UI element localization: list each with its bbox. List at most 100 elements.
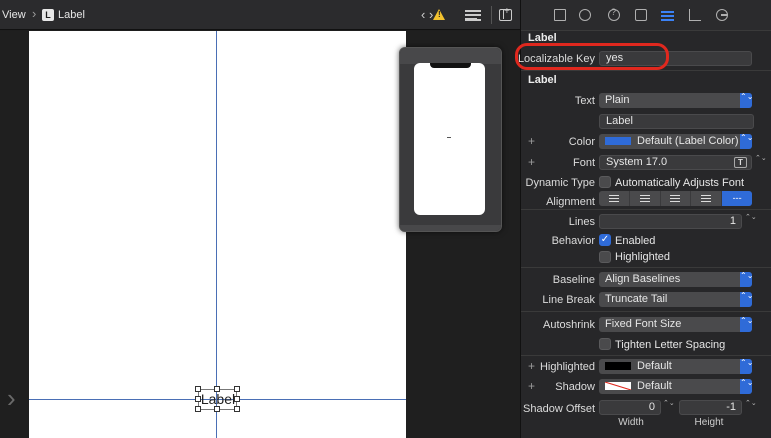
highlighted-option[interactable]: Highlighted	[615, 251, 670, 263]
section-divider	[521, 267, 771, 268]
highlighted-color-label: Highlighted	[539, 361, 595, 373]
toolbar-divider	[491, 6, 492, 24]
color-value: Default (Label Color)	[637, 135, 739, 147]
chevron-updown-icon: ⌃⌄	[740, 379, 753, 394]
align-center-icon[interactable]	[630, 191, 661, 206]
add-editor-icon[interactable]	[499, 6, 512, 21]
shadow-color-value: Default	[637, 380, 672, 392]
help-icon[interactable]	[608, 7, 620, 21]
minimap-header	[400, 48, 501, 64]
shadow-offset-label: Shadow Offset	[523, 403, 595, 415]
tighten-spacing-option[interactable]: Tighten Letter Spacing	[615, 339, 725, 351]
section-divider	[521, 355, 771, 356]
highlighted-color-popup[interactable]: Default ⌃⌄	[599, 359, 753, 374]
lines-stepper[interactable]: ⌃⌄	[745, 214, 757, 229]
warning-mark: !	[438, 10, 441, 19]
shadow-offset-height-field[interactable]: -1	[679, 400, 742, 415]
resize-handle[interactable]	[195, 386, 201, 392]
jump-bar: View › L Label ‹ › !	[0, 0, 520, 30]
resize-handle[interactable]	[234, 396, 240, 402]
height-caption: Height	[694, 417, 724, 428]
width-caption: Width	[618, 417, 644, 428]
dynamic-type-label: Dynamic Type	[525, 177, 596, 189]
shadow-swatch	[605, 382, 631, 391]
chevron-updown-icon: ⌃⌄	[740, 359, 753, 374]
resize-handle[interactable]	[195, 406, 201, 412]
line-break-value: Truncate Tail	[605, 293, 668, 305]
line-break-popup[interactable]: Truncate Tail ⌃⌄	[599, 292, 753, 307]
chevron-updown-icon: ⌃⌄	[740, 134, 753, 149]
add-variation-icon[interactable]: +	[528, 155, 535, 169]
inspector-tab-bar	[521, 0, 771, 31]
history-icon[interactable]	[579, 9, 591, 21]
center-guide-vertical	[216, 31, 217, 438]
minimap-footer	[400, 225, 501, 231]
dynamic-type-option[interactable]: Automatically Adjusts Font	[615, 177, 744, 189]
breadcrumb-label[interactable]: Label	[58, 9, 85, 21]
behavior-label: Behavior	[551, 235, 595, 247]
issue-nav-arrows-icon[interactable]: ‹ ›	[421, 7, 433, 22]
align-justified-icon[interactable]	[691, 191, 723, 206]
lines-label: Lines	[568, 216, 595, 228]
shadow-color-popup[interactable]: Default ⌃⌄	[599, 379, 753, 394]
editor-options-icon[interactable]	[465, 10, 481, 21]
connections-icon[interactable]	[716, 9, 728, 21]
minimap-label-indicator	[447, 137, 451, 138]
section-divider	[521, 70, 771, 71]
section-divider	[521, 311, 771, 312]
highlighted-color-value: Default	[637, 360, 672, 372]
alignment-segmented-control[interactable]: ---	[599, 191, 752, 206]
baseline-popup[interactable]: Align Baselines ⌃⌄	[599, 272, 753, 287]
identity-icon[interactable]	[635, 9, 647, 21]
minimap-overlay[interactable]	[399, 47, 502, 232]
add-variation-icon[interactable]: +	[528, 379, 535, 393]
text-label: Text	[574, 95, 595, 107]
size-icon[interactable]	[689, 9, 701, 21]
breadcrumb-view[interactable]: View	[2, 9, 26, 21]
align-right-icon[interactable]	[661, 191, 692, 206]
annotation-highlight-ring	[515, 43, 669, 70]
text-content-field[interactable]: Label	[599, 114, 754, 129]
enabled-option[interactable]: Enabled	[615, 235, 655, 247]
label-badge-icon: L	[42, 9, 54, 21]
lines-field[interactable]: 1	[599, 214, 742, 229]
color-popup[interactable]: Default (Label Color) ⌃⌄	[599, 134, 753, 149]
add-variation-icon[interactable]: +	[528, 134, 535, 148]
entry-point-arrow-icon[interactable]: ›	[7, 385, 16, 411]
minimap-device-preview	[414, 63, 485, 215]
font-field[interactable]: System 17.0 T	[599, 155, 752, 170]
breadcrumb-chevron-icon: ›	[32, 6, 37, 21]
file-icon[interactable]	[554, 9, 566, 21]
canvas-label-text[interactable]: Label	[197, 391, 239, 407]
resize-handle[interactable]	[214, 406, 220, 412]
minimap-notch	[430, 63, 471, 68]
text-type-value: Plain	[605, 94, 630, 106]
baseline-value: Align Baselines	[605, 273, 681, 285]
enabled-checkbox[interactable]: ✓	[599, 234, 611, 246]
dynamic-type-checkbox[interactable]	[599, 176, 611, 188]
tighten-spacing-checkbox[interactable]	[599, 338, 611, 350]
alignment-label: Alignment	[546, 196, 595, 208]
highlighted-checkbox[interactable]	[599, 251, 611, 263]
add-variation-icon[interactable]: +	[528, 359, 535, 373]
color-swatch	[605, 137, 631, 146]
font-size-stepper[interactable]: ⌃⌄	[755, 155, 767, 170]
resize-handle[interactable]	[214, 386, 220, 392]
autoshrink-popup[interactable]: Fixed Font Size ⌃⌄	[599, 317, 753, 332]
resize-handle[interactable]	[234, 386, 240, 392]
section-divider	[521, 209, 771, 210]
attributes-icon[interactable]	[661, 9, 674, 21]
highlighted-swatch	[605, 362, 631, 371]
align-left-icon[interactable]	[599, 191, 630, 206]
view-controller-scene[interactable]	[29, 31, 406, 438]
line-break-label: Line Break	[542, 294, 595, 306]
font-picker-icon[interactable]: T	[734, 157, 747, 168]
resize-handle[interactable]	[234, 406, 240, 412]
shadow-height-stepper[interactable]: ⌃⌄	[745, 400, 757, 415]
resize-handle[interactable]	[195, 396, 201, 402]
shadow-offset-width-field[interactable]: 0	[599, 400, 661, 415]
text-type-popup[interactable]: Plain ⌃⌄	[599, 93, 753, 108]
shadow-width-stepper[interactable]: ⌃⌄	[663, 400, 675, 415]
align-natural-icon[interactable]: ---	[722, 191, 752, 206]
chevron-updown-icon: ⌃⌄	[740, 272, 753, 287]
